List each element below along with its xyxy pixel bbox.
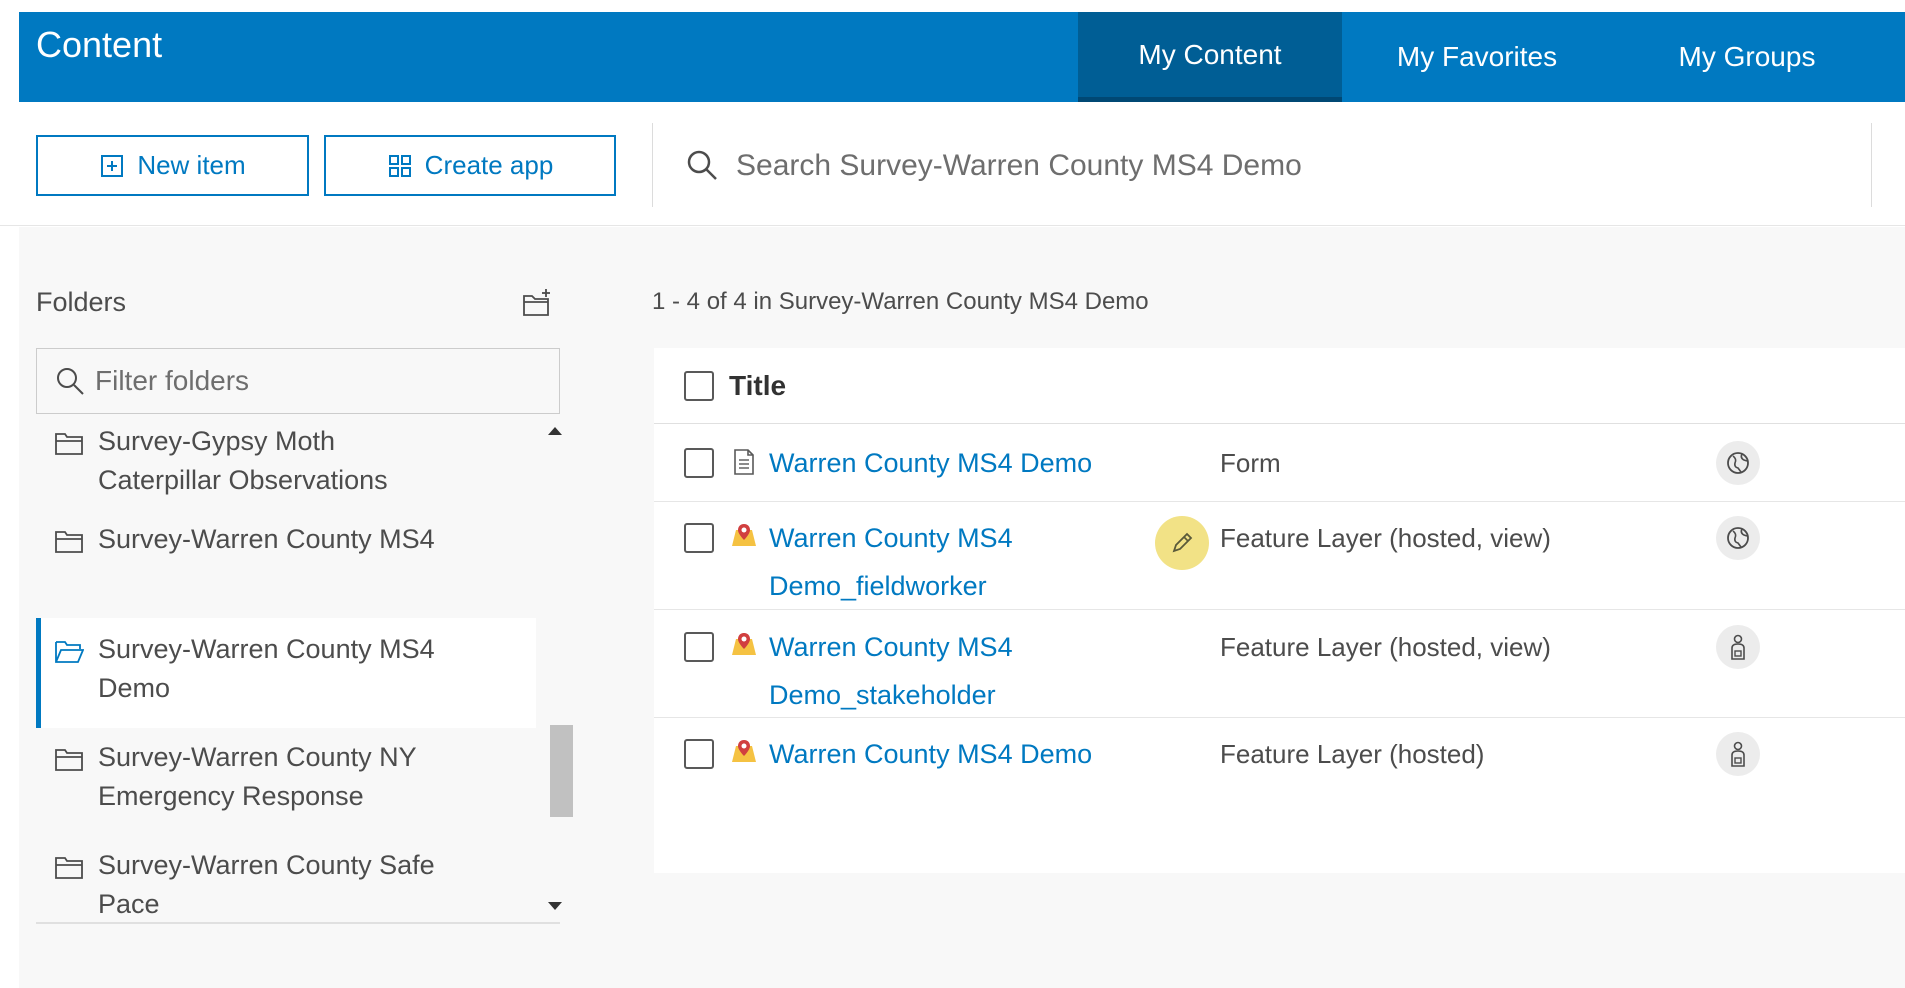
sharing-status[interactable] [1716, 625, 1760, 669]
folder-item[interactable]: Survey-Warren County MS4 [36, 520, 536, 618]
item-type: Feature Layer (hosted) [1220, 739, 1485, 769]
sharing-status[interactable] [1716, 732, 1760, 776]
folder-item-active[interactable]: Survey-Warren County MS4 Demo [36, 618, 536, 728]
sharing-status[interactable] [1716, 516, 1760, 560]
folder-icon [55, 433, 83, 455]
top-navigation-bar: Content My Content My Favorites My Group… [19, 12, 1905, 102]
tab-my-content[interactable]: My Content [1078, 12, 1342, 102]
scroll-up-arrow-icon[interactable] [548, 427, 562, 435]
tab-my-groups[interactable]: My Groups [1612, 12, 1882, 102]
sidebar-divider [36, 922, 560, 924]
create-app-label: Create app [424, 150, 554, 180]
feature-layer-icon [732, 633, 756, 655]
apps-grid-icon [388, 154, 411, 177]
filter-folders-field[interactable] [36, 348, 560, 414]
item-type: Feature Layer (hosted, view) [1220, 523, 1551, 553]
item-title-link[interactable]: Warren County MS4 Demo_stakeholder [769, 623, 1129, 719]
private-user-icon [1731, 741, 1745, 767]
folder-icon [55, 531, 83, 553]
item-title-link[interactable]: Warren County MS4 Demo [769, 439, 1129, 487]
row-checkbox[interactable] [684, 739, 714, 769]
row-checkbox[interactable] [684, 523, 714, 553]
item-type: Form [1220, 448, 1281, 478]
row-checkbox[interactable] [684, 632, 714, 662]
row-checkbox[interactable] [684, 448, 714, 478]
table-row: Warren County MS4 Demo_stakeholder Featu… [654, 610, 1905, 718]
folder-label: Survey-Gypsy Moth Caterpillar Observatio… [98, 426, 388, 495]
open-folder-icon [55, 641, 84, 663]
tab-my-favorites[interactable]: My Favorites [1342, 12, 1612, 102]
item-title-link[interactable]: Warren County MS4 Demo_fieldworker [769, 514, 1129, 610]
edit-button[interactable] [1155, 516, 1209, 570]
column-header-title[interactable]: Title [729, 370, 786, 402]
feature-layer-icon [732, 524, 756, 546]
folder-label: Survey-Warren County Safe Pace [98, 850, 435, 917]
folder-icon [55, 857, 83, 879]
plus-square-icon [101, 154, 124, 177]
search-divider-right [1871, 123, 1872, 207]
scrollbar-thumb[interactable] [550, 725, 573, 817]
search-icon [57, 368, 84, 395]
search-divider [652, 123, 653, 207]
folders-heading: Folders [36, 287, 127, 317]
folder-item[interactable]: Survey-Gypsy Moth Caterpillar Observatio… [36, 422, 536, 520]
new-folder-icon[interactable] [521, 287, 553, 319]
select-all-checkbox[interactable] [684, 371, 714, 401]
private-user-icon [1731, 634, 1745, 660]
folder-icon [55, 749, 83, 771]
new-item-label: New item [137, 150, 246, 180]
table-header: Title [654, 348, 1905, 424]
table-row: Warren County MS4 Demo_fieldworker Featu… [654, 502, 1905, 610]
folder-list: Survey-Gypsy Moth Caterpillar Observatio… [36, 422, 536, 917]
table-row: Warren County MS4 Demo Feature Layer (ho… [654, 718, 1905, 796]
folder-label: Survey-Warren County NY Emergency Respon… [98, 742, 417, 811]
item-type: Feature Layer (hosted, view) [1220, 632, 1551, 662]
content-table: Title Warren County MS4 Demo Form Warren… [654, 348, 1905, 873]
scroll-down-arrow-icon[interactable] [548, 902, 562, 910]
sharing-status[interactable] [1716, 441, 1760, 485]
feature-layer-icon [732, 740, 756, 762]
content-body: Folders Survey-Gypsy Moth Caterpillar Ob… [19, 227, 1905, 988]
folder-scrollbar[interactable] [548, 427, 573, 917]
page-title: Content [36, 24, 163, 65]
page: Content My Content My Favorites My Group… [0, 0, 1905, 988]
folder-item[interactable]: Survey-Warren County NY Emergency Respon… [36, 728, 536, 826]
table-row: Warren County MS4 Demo Form [654, 424, 1905, 502]
pencil-icon [1172, 532, 1193, 553]
content-toolbar: New item Create app [0, 102, 1905, 226]
public-globe-icon [1727, 527, 1749, 549]
search-input[interactable] [736, 138, 1856, 194]
search-icon [687, 150, 717, 180]
results-count: 1 - 4 of 4 in Survey-Warren County MS4 D… [652, 288, 1149, 315]
folder-item[interactable]: Survey-Warren County Safe Pace [36, 836, 536, 917]
folder-label: Survey-Warren County MS4 [98, 524, 435, 554]
form-icon [734, 449, 754, 475]
filter-folders-input[interactable] [95, 365, 555, 397]
folder-label: Survey-Warren County MS4 Demo [98, 634, 435, 703]
public-globe-icon [1727, 452, 1749, 474]
create-app-button[interactable]: Create app [324, 135, 616, 196]
new-item-button[interactable]: New item [36, 135, 309, 196]
item-title-link[interactable]: Warren County MS4 Demo [769, 730, 1129, 778]
